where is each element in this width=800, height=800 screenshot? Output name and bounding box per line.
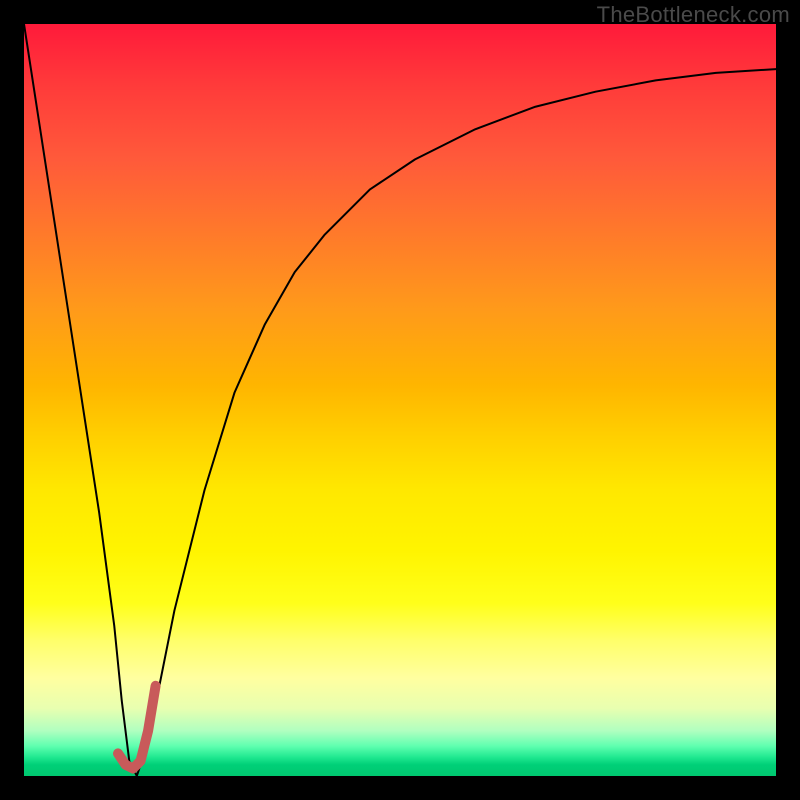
highlight-marker bbox=[118, 686, 156, 769]
chart-svg bbox=[24, 24, 776, 776]
bottleneck-curve bbox=[24, 24, 776, 776]
plot-area bbox=[24, 24, 776, 776]
chart-container: TheBottleneck.com bbox=[0, 0, 800, 800]
